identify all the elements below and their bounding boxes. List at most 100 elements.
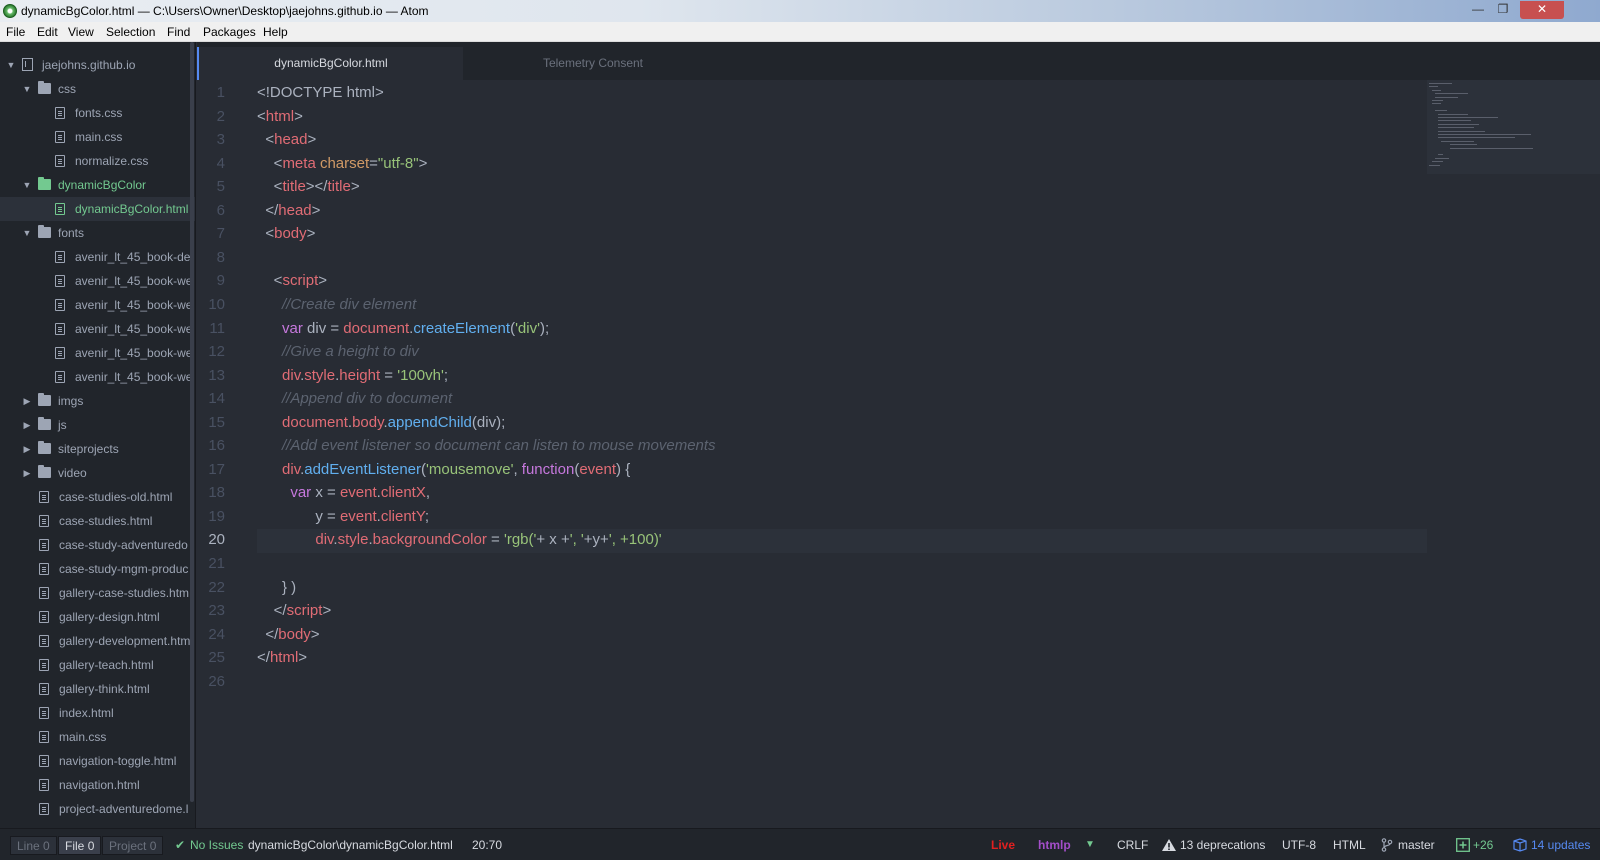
code-line[interactable]: </html> bbox=[257, 646, 307, 670]
tree-file-item[interactable]: gallery-think.html bbox=[0, 677, 190, 701]
chevron-right-icon[interactable]: ▶ bbox=[22, 389, 32, 413]
chevron-right-icon[interactable]: ▶ bbox=[22, 413, 32, 437]
code-line[interactable]: } ) bbox=[257, 576, 296, 600]
code-line[interactable]: var div = document.createElement('div'); bbox=[257, 317, 549, 341]
minimize-button[interactable]: — bbox=[1466, 1, 1490, 19]
tree-view[interactable]: ▼ jaejohns.github.io ▼ css fonts.css main.css… bbox=[0, 42, 196, 828]
code-line[interactable]: //Append div to document bbox=[257, 387, 452, 411]
live-server-status[interactable]: Live bbox=[991, 829, 1015, 860]
tree-file-item[interactable]: avenir_lt_45_book-we bbox=[0, 365, 190, 389]
linter-status[interactable]: No Issues bbox=[190, 829, 243, 860]
code-line[interactable]: //Add event listener so document can lis… bbox=[257, 434, 716, 458]
tree-file-item[interactable]: main.css bbox=[0, 725, 190, 749]
code-line[interactable]: y = event.clientY; bbox=[257, 505, 429, 529]
find-tab-file[interactable]: File 0 bbox=[58, 836, 102, 855]
code-line[interactable]: document.body.appendChild(div); bbox=[257, 411, 505, 435]
code-line[interactable]: //Give a height to div bbox=[257, 340, 419, 364]
menu-edit[interactable]: Edit bbox=[37, 22, 58, 42]
tree-project-root[interactable]: ▼ jaejohns.github.io bbox=[0, 53, 190, 77]
tree-file-item[interactable]: normalize.css bbox=[0, 149, 190, 173]
menu-find[interactable]: Find bbox=[167, 22, 190, 42]
tree-file-item[interactable]: fonts.css bbox=[0, 101, 190, 125]
deprecation-count[interactable]: 13 deprecations bbox=[1180, 829, 1265, 860]
find-tab-project[interactable]: Project 0 bbox=[102, 836, 164, 855]
tree-file-item[interactable]: gallery-case-studies.htm bbox=[0, 581, 190, 605]
code-line[interactable]: div.style.backgroundColor = 'rgb('+ x +'… bbox=[257, 528, 661, 552]
tree-file-item[interactable]: main.css bbox=[0, 125, 190, 149]
code-token: clientX bbox=[380, 484, 426, 502]
grammar-plugin[interactable]: htmlp bbox=[1038, 829, 1071, 860]
file-path[interactable]: dynamicBgColor\dynamicBgColor.html bbox=[248, 829, 453, 860]
line-ending-selector[interactable]: CRLF bbox=[1117, 829, 1148, 860]
chevron-down-icon[interactable]: ▼ bbox=[22, 221, 32, 245]
tree-file-item[interactable]: case-studies.html bbox=[0, 509, 190, 533]
tree-folder-item[interactable]: ▼ fonts bbox=[0, 221, 190, 245]
menu-help[interactable]: Help bbox=[263, 22, 288, 42]
code-token: } ) bbox=[257, 578, 297, 596]
code-line[interactable]: div.addEventListener('mousemove', functi… bbox=[257, 458, 630, 482]
grammar-selector[interactable]: HTML bbox=[1333, 829, 1366, 860]
tree-folder-item[interactable]: ▼ css bbox=[0, 77, 190, 101]
tree-folder-item[interactable]: ▶ imgs bbox=[0, 389, 190, 413]
cursor-position[interactable]: 20:70 bbox=[472, 829, 502, 860]
find-tab-line[interactable]: Line 0 bbox=[10, 836, 57, 855]
dropdown-arrow-icon[interactable]: ▼ bbox=[1085, 829, 1095, 860]
text-editor[interactable]: 1 2 3 4 5 6 7 8 9 10 11 12 13 14 15 16 17 18 19 20 21 22 23 24 2… bbox=[197, 80, 1600, 828]
tree-file-item[interactable]: avenir_lt_45_book-we bbox=[0, 293, 190, 317]
git-branch[interactable]: master bbox=[1398, 829, 1435, 860]
code-line[interactable]: <meta charset="utf-8"> bbox=[257, 152, 428, 176]
tree-file-item[interactable]: case-studies-old.html bbox=[0, 485, 190, 509]
tree-file-item[interactable]: project-adventuredome.l bbox=[0, 797, 190, 821]
chevron-down-icon[interactable]: ▼ bbox=[6, 53, 16, 77]
code-line[interactable]: </head> bbox=[257, 199, 320, 223]
code-line[interactable]: div.style.height = '100vh'; bbox=[257, 364, 448, 388]
code-line[interactable]: <body> bbox=[257, 222, 315, 246]
code-line[interactable]: <html> bbox=[257, 105, 303, 129]
code-line[interactable]: var x = event.clientX, bbox=[257, 481, 430, 505]
tree-folder-item[interactable]: ▶ siteprojects bbox=[0, 437, 190, 461]
code-line[interactable]: <!DOCTYPE html> bbox=[257, 81, 384, 105]
tree-file-item[interactable]: avenir_lt_45_book-we bbox=[0, 269, 190, 293]
folder-icon bbox=[38, 465, 51, 478]
tree-file-item[interactable]: case-study-adventuredo bbox=[0, 533, 190, 557]
code-token: meta bbox=[282, 154, 316, 172]
tree-file-item[interactable]: avenir_lt_45_book-de bbox=[0, 245, 190, 269]
code-line[interactable]: </script> bbox=[257, 599, 332, 623]
tree-file-item[interactable]: gallery-development.htm bbox=[0, 629, 190, 653]
tree-file-item[interactable]: index.html bbox=[0, 701, 190, 725]
chevron-down-icon[interactable]: ▼ bbox=[22, 77, 32, 101]
git-diff-count[interactable]: +26 bbox=[1473, 829, 1493, 860]
menu-view[interactable]: View bbox=[68, 22, 94, 42]
tree-file-item[interactable]: navigation-toggle.html bbox=[0, 749, 190, 773]
tree-file-item[interactable]: case-study-mgm-produc bbox=[0, 557, 190, 581]
tab-telemetry-consent[interactable]: Telemetry Consent bbox=[465, 47, 721, 80]
tree-file-item[interactable]: navigation.html bbox=[0, 773, 190, 797]
code-line[interactable]: <head> bbox=[257, 128, 316, 152]
tree-file-item[interactable]: avenir_lt_45_book-we bbox=[0, 317, 190, 341]
package-updates[interactable]: 14 updates bbox=[1531, 829, 1590, 860]
chevron-right-icon[interactable]: ▶ bbox=[22, 461, 32, 485]
chevron-down-icon[interactable]: ▼ bbox=[22, 173, 32, 197]
restore-button[interactable]: ❐ bbox=[1491, 1, 1515, 19]
tab-dynamicbgcolor-html[interactable]: dynamicBgColor.html bbox=[197, 47, 463, 80]
tree-folder-item[interactable]: ▼ dynamicBgColor bbox=[0, 173, 190, 197]
tree-folder-item[interactable]: ▶ video bbox=[0, 461, 190, 485]
tree-item-label: fonts.css bbox=[75, 106, 123, 120]
tree-file-item[interactable]: gallery-teach.html bbox=[0, 653, 190, 677]
menu-packages[interactable]: Packages bbox=[203, 22, 256, 42]
tree-file-item[interactable]: dynamicBgColor.html bbox=[0, 197, 195, 221]
minimap[interactable] bbox=[1427, 80, 1600, 174]
menu-selection[interactable]: Selection bbox=[106, 22, 155, 42]
code-line[interactable]: <script> bbox=[257, 269, 327, 293]
tree-view-scrollbar[interactable] bbox=[190, 42, 194, 802]
chevron-right-icon[interactable]: ▶ bbox=[22, 437, 32, 461]
menu-file[interactable]: File bbox=[6, 22, 25, 42]
code-line[interactable]: </body> bbox=[257, 623, 319, 647]
code-line[interactable]: //Create div element bbox=[257, 293, 416, 317]
tree-file-item[interactable]: gallery-design.html bbox=[0, 605, 190, 629]
tree-file-item[interactable]: avenir_lt_45_book-we bbox=[0, 341, 190, 365]
code-line[interactable]: <title></title> bbox=[257, 175, 360, 199]
tree-folder-item[interactable]: ▶ js bbox=[0, 413, 190, 437]
close-button[interactable]: ✕ bbox=[1520, 1, 1564, 19]
encoding-selector[interactable]: UTF-8 bbox=[1282, 829, 1316, 860]
